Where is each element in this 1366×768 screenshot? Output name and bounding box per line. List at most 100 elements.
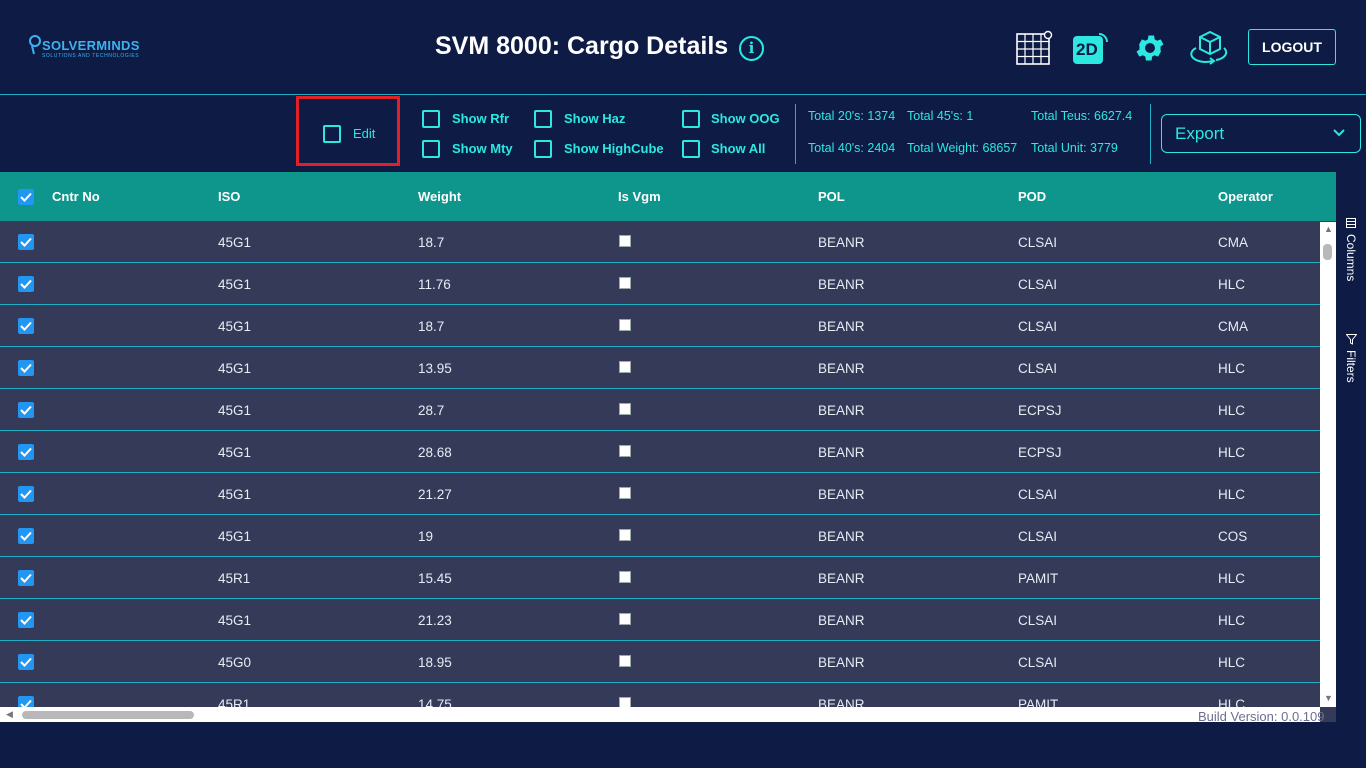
check-icon	[20, 405, 32, 415]
horizontal-scrollbar[interactable]: ◀	[0, 707, 1320, 722]
logo-brain-icon	[29, 35, 41, 55]
check-icon	[20, 237, 32, 247]
columns-icon[interactable]	[1346, 218, 1356, 228]
toolbar-divider	[795, 104, 796, 164]
row-select-checkbox[interactable]	[18, 360, 34, 376]
table-row[interactable]: 45G1 21.27 BEANR CLSAI HLC	[0, 473, 1320, 515]
cell-is-vgm-checkbox[interactable]	[619, 487, 631, 499]
view-2d-button[interactable]: 2D	[1071, 32, 1109, 66]
cell-pol: BEANR	[818, 277, 865, 292]
cell-is-vgm-checkbox[interactable]	[619, 319, 631, 331]
table-row[interactable]: 45G1 11.76 BEANR CLSAI HLC	[0, 263, 1320, 305]
row-select-checkbox[interactable]	[18, 654, 34, 670]
cell-operator: COS	[1218, 529, 1248, 544]
cell-is-vgm-checkbox[interactable]	[619, 277, 631, 289]
grid-header-row: Cntr No ISO Weight Is Vgm POL POD Operat…	[0, 172, 1336, 221]
show-haz-checkbox[interactable]	[534, 110, 552, 128]
cell-is-vgm-checkbox[interactable]	[619, 529, 631, 541]
grid-view-icon[interactable]	[1015, 30, 1053, 66]
cell-is-vgm-checkbox[interactable]	[619, 361, 631, 373]
table-row[interactable]: 45G0 18.95 BEANR CLSAI HLC	[0, 641, 1320, 683]
3d-cube-rotate-icon[interactable]	[1190, 28, 1230, 66]
row-select-checkbox[interactable]	[18, 612, 34, 628]
info-icon[interactable]: i	[739, 36, 764, 61]
row-select-checkbox[interactable]	[18, 276, 34, 292]
column-header-cntr-no[interactable]: Cntr No	[52, 189, 100, 204]
select-all-checkbox[interactable]	[18, 189, 34, 205]
scroll-up-icon[interactable]: ▲	[1324, 224, 1333, 234]
cell-is-vgm-checkbox[interactable]	[619, 445, 631, 457]
scroll-left-icon[interactable]: ◀	[6, 709, 13, 720]
cell-operator: CMA	[1218, 235, 1248, 250]
cell-operator: HLC	[1218, 445, 1246, 460]
check-icon	[20, 192, 32, 202]
show-all-checkbox[interactable]	[682, 140, 700, 158]
row-select-checkbox[interactable]	[18, 444, 34, 460]
check-icon	[20, 321, 32, 331]
table-row[interactable]: 45G1 28.7 BEANR ECPSJ HLC	[0, 389, 1320, 431]
edit-highlight-box	[296, 96, 400, 166]
show-mty-label: Show Mty	[452, 141, 513, 156]
vertical-scroll-thumb[interactable]	[1323, 244, 1332, 260]
column-header-operator[interactable]: Operator	[1218, 189, 1273, 204]
cell-is-vgm-checkbox[interactable]	[619, 403, 631, 415]
cell-pol: BEANR	[818, 445, 865, 460]
table-row[interactable]: 45G1 18.7 BEANR CLSAI CMA	[0, 221, 1320, 263]
logo-text: SOLVERMINDS	[42, 38, 140, 53]
check-icon	[20, 363, 32, 373]
cell-iso: 45G1	[218, 613, 252, 628]
filter-icon[interactable]	[1346, 334, 1357, 345]
edit-checkbox[interactable]	[323, 125, 341, 143]
table-row[interactable]: 45G1 13.95 BEANR CLSAI HLC	[0, 347, 1320, 389]
cell-is-vgm-checkbox[interactable]	[619, 571, 631, 583]
table-row[interactable]: 45G1 28.68 BEANR ECPSJ HLC	[0, 431, 1320, 473]
cell-is-vgm-checkbox[interactable]	[619, 613, 631, 625]
show-highcube-checkbox[interactable]	[534, 140, 552, 158]
horizontal-scroll-thumb[interactable]	[22, 711, 194, 719]
scroll-down-icon[interactable]: ▼	[1324, 693, 1333, 703]
cell-weight: 13.95	[418, 361, 452, 376]
build-version: Build Version: 0.0.109	[1198, 709, 1325, 724]
table-row[interactable]: 45G1 21.23 BEANR CLSAI HLC	[0, 599, 1320, 641]
grid-side-panel: Columns Filters	[1336, 172, 1366, 722]
columns-tab[interactable]: Columns	[1344, 234, 1358, 281]
solverminds-logo: SOLVERMINDS SOLUTIONS AND TECHNOLOGIES	[28, 34, 168, 62]
cargo-grid: Cntr No ISO Weight Is Vgm POL POD Operat…	[0, 172, 1336, 722]
column-header-is-vgm[interactable]: Is Vgm	[618, 189, 661, 204]
row-select-checkbox[interactable]	[18, 402, 34, 418]
export-dropdown[interactable]: Export	[1161, 114, 1361, 153]
row-select-checkbox[interactable]	[18, 486, 34, 502]
cell-operator: HLC	[1218, 361, 1246, 376]
table-row[interactable]: 45R1 15.45 BEANR PAMIT HLC	[0, 557, 1320, 599]
cell-weight: 15.45	[418, 571, 452, 586]
table-row[interactable]: 45G1 19 BEANR CLSAI COS	[0, 515, 1320, 557]
row-select-checkbox[interactable]	[18, 570, 34, 586]
cell-pol: BEANR	[818, 319, 865, 334]
row-select-checkbox[interactable]	[18, 528, 34, 544]
cell-pod: CLSAI	[1018, 613, 1058, 628]
cell-weight: 21.27	[418, 487, 452, 502]
show-oog-checkbox[interactable]	[682, 110, 700, 128]
cell-weight: 18.95	[418, 655, 452, 670]
vertical-scrollbar[interactable]: ▲ ▼	[1320, 222, 1336, 707]
cell-operator: HLC	[1218, 571, 1246, 586]
logout-button[interactable]: LOGOUT	[1248, 29, 1336, 65]
show-mty-checkbox[interactable]	[422, 140, 440, 158]
column-header-pol[interactable]: POL	[818, 189, 845, 204]
column-header-weight[interactable]: Weight	[418, 189, 461, 204]
check-icon	[20, 615, 32, 625]
filters-tab[interactable]: Filters	[1344, 350, 1358, 383]
show-rfr-checkbox[interactable]	[422, 110, 440, 128]
column-header-pod[interactable]: POD	[1018, 189, 1046, 204]
chevron-down-icon	[1333, 129, 1345, 137]
gear-icon[interactable]	[1133, 31, 1167, 65]
row-select-checkbox[interactable]	[18, 318, 34, 334]
row-select-checkbox[interactable]	[18, 234, 34, 250]
view-2d-label: 2D	[1076, 40, 1098, 59]
column-header-iso[interactable]: ISO	[218, 189, 240, 204]
cell-is-vgm-checkbox[interactable]	[619, 655, 631, 667]
cell-is-vgm-checkbox[interactable]	[619, 235, 631, 247]
cell-iso: 45G1	[218, 487, 252, 502]
table-row[interactable]: 45G1 18.7 BEANR CLSAI CMA	[0, 305, 1320, 347]
check-icon	[20, 657, 32, 667]
